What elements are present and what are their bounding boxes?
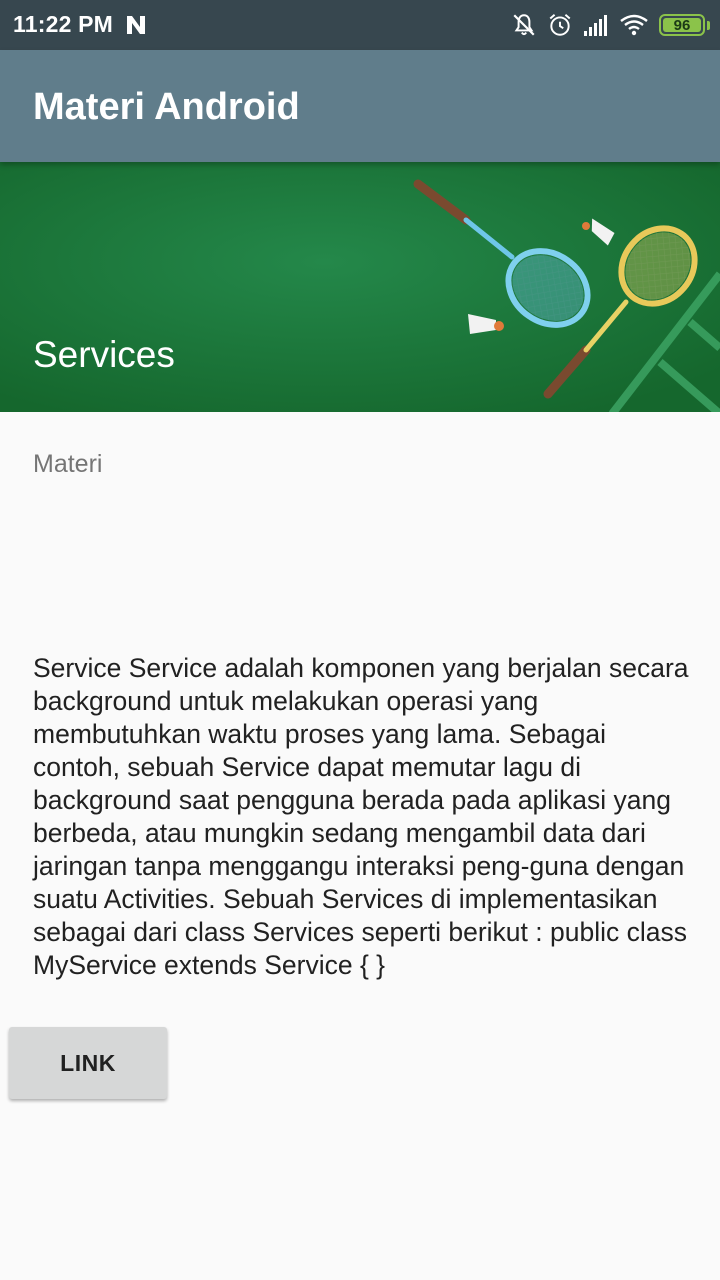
- header-banner: Services: [0, 162, 720, 412]
- link-button[interactable]: LINK: [9, 1027, 167, 1099]
- battery-indicator: 96: [659, 14, 705, 36]
- battery-level: 96: [673, 16, 691, 34]
- status-time: 11:22 PM: [13, 11, 114, 37]
- alarm-icon: [549, 13, 571, 36]
- status-icons: 96: [511, 10, 710, 40]
- body-text: Service Service adalah komponen yang ber…: [33, 653, 689, 980]
- app-title: Materi Android: [33, 86, 300, 128]
- section-label: Materi: [33, 450, 103, 478]
- signal-icon: [584, 15, 607, 36]
- wifi-icon: [620, 14, 648, 36]
- app-bar: Materi Android: [0, 50, 720, 162]
- battery-cap: [707, 20, 710, 30]
- muted-bell-icon: [513, 14, 535, 36]
- n-app-icon: [127, 16, 145, 34]
- status-bar: 11:22 PM 96: [0, 0, 720, 50]
- header-title: Services: [33, 334, 175, 375]
